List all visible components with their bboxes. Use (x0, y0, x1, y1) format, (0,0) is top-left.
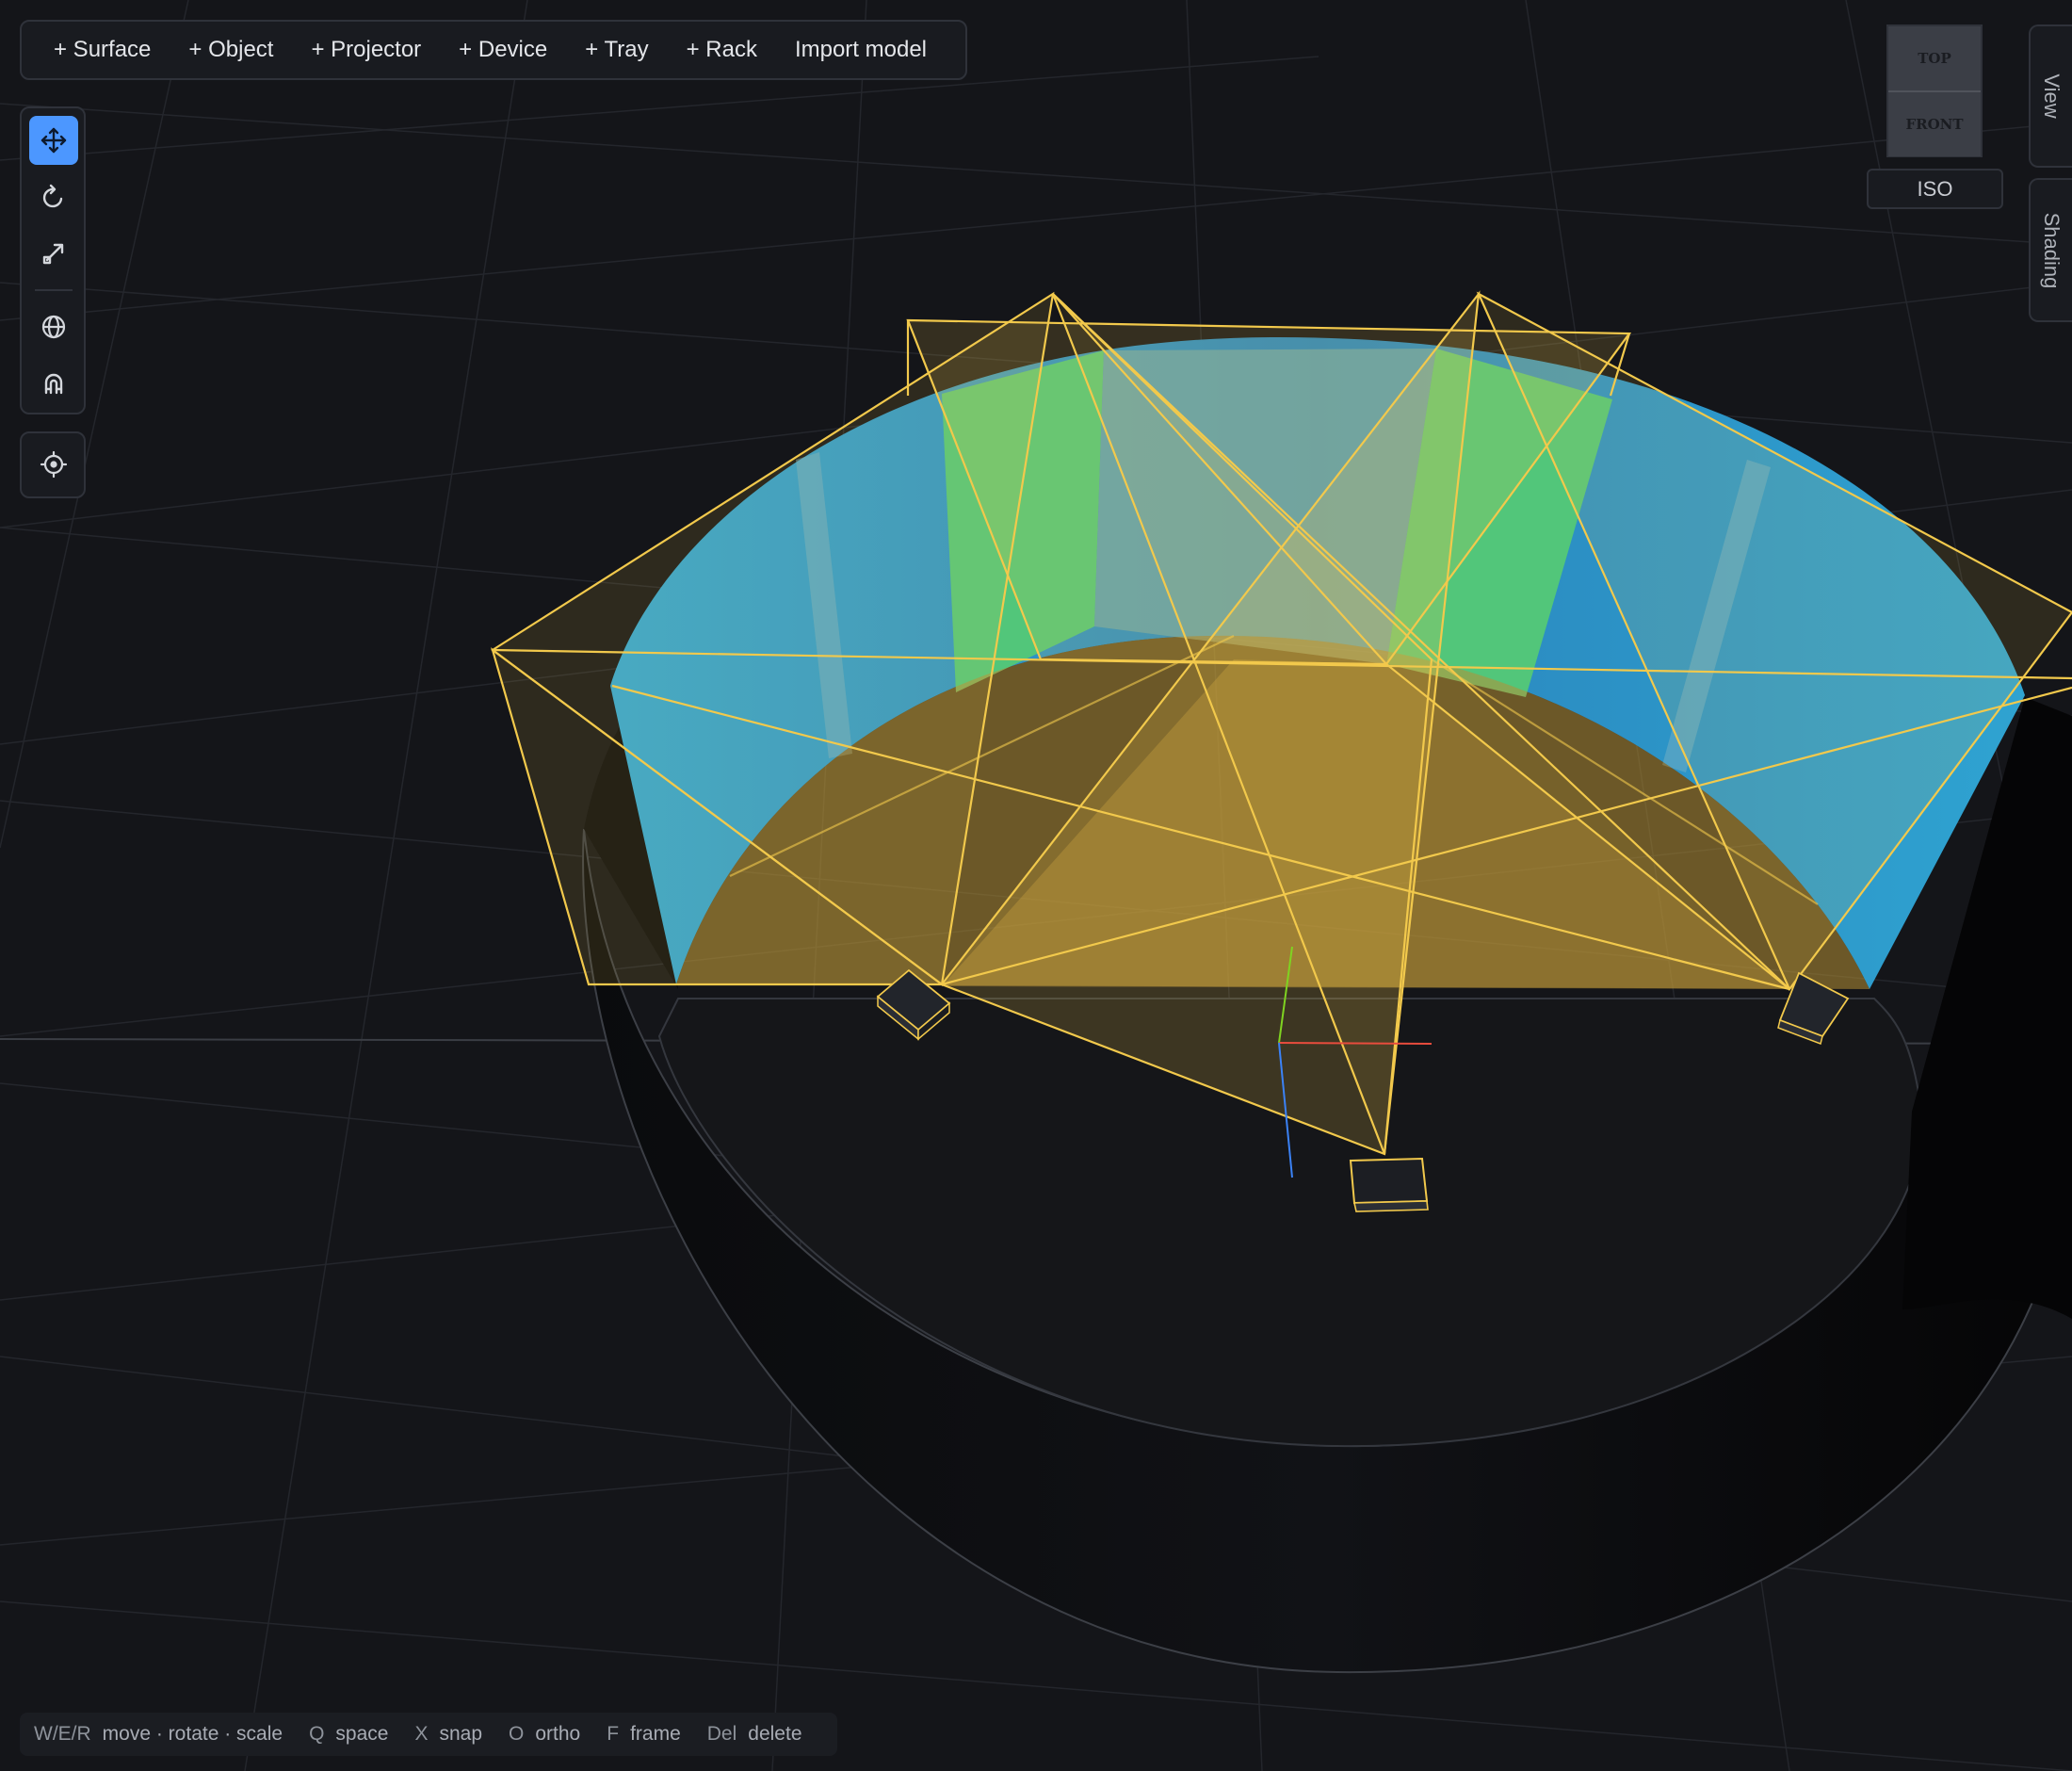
hotkey-snap: Xsnap (414, 1723, 483, 1745)
hotkey-frame: Fframe (607, 1723, 681, 1745)
rotate-icon (42, 184, 63, 208)
world-space-toggle[interactable] (29, 302, 78, 351)
focus-tool-rail (20, 431, 86, 498)
add-object-button[interactable]: + Object (170, 27, 292, 73)
crosshair-icon (40, 450, 68, 479)
move-icon (40, 127, 67, 154)
view-cube-top[interactable]: TOP (1888, 26, 1981, 92)
projector-device-center[interactable] (1349, 1157, 1429, 1212)
view-tab-label: View (2040, 73, 2064, 119)
add-surface-button[interactable]: + Surface (35, 27, 170, 73)
add-projector-button[interactable]: + Projector (292, 27, 440, 73)
shading-panel-tab[interactable]: Shading (2029, 178, 2072, 322)
add-rack-button[interactable]: + Rack (668, 27, 776, 73)
iso-view-button[interactable]: ISO (1867, 169, 2003, 209)
globe-icon (41, 315, 66, 339)
snap-toggle[interactable] (29, 359, 78, 408)
rotate-tool-button[interactable] (29, 172, 78, 221)
scale-icon (42, 243, 64, 265)
scale-tool-button[interactable] (29, 229, 78, 278)
3d-viewport[interactable] (0, 0, 2072, 1771)
view-cube: TOP FRONT (1886, 24, 1983, 157)
hotkey-ortho: Oortho (509, 1723, 581, 1745)
view-panel-tab[interactable]: View (2029, 24, 2072, 168)
add-toolbar: + Surface + Object + Projector + Device … (20, 20, 967, 80)
view-cube-front[interactable]: FRONT (1888, 92, 1981, 156)
add-device-button[interactable]: + Device (440, 27, 566, 73)
hotkey-delete: Del delete (706, 1723, 802, 1745)
hotkey-hints: W/E/R move · rotate · scale Qspace Xsnap … (20, 1713, 837, 1756)
hotkey-space: Qspace (309, 1723, 389, 1745)
import-model-button[interactable]: Import model (776, 27, 946, 73)
move-tool-button[interactable] (29, 116, 78, 165)
magnet-icon (44, 373, 63, 395)
hotkey-transform: W/E/R move · rotate · scale (34, 1723, 283, 1745)
add-tray-button[interactable]: + Tray (566, 27, 667, 73)
frame-selection-button[interactable] (29, 440, 78, 489)
shading-tab-label: Shading (2040, 212, 2064, 288)
transform-tool-rail (20, 106, 86, 414)
